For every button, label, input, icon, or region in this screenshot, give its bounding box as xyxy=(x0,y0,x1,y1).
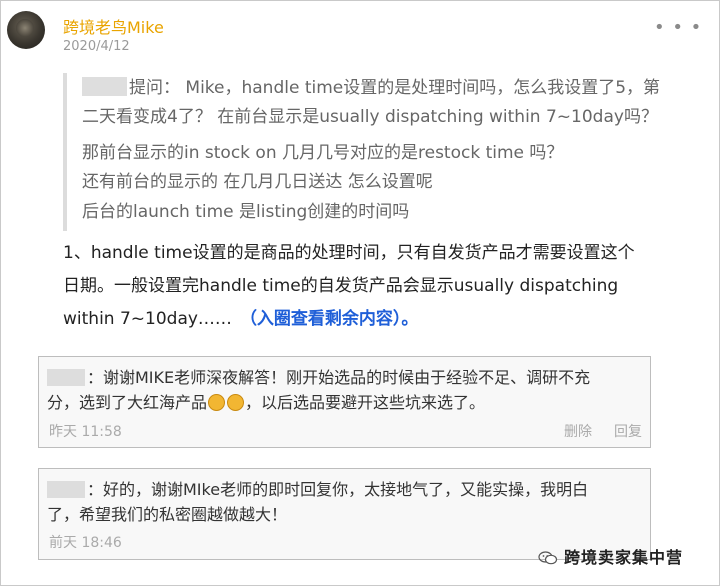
question-line: 还有前台的显示的 在几月几日送达 怎么设置呢 xyxy=(82,172,433,193)
comment-line: ：谢谢MIKE老师深夜解答！刚开始选品的时候由于经验不足、调研不充 xyxy=(87,368,591,387)
avatar[interactable] xyxy=(7,11,45,49)
question-line: 那前台显示的in stock on 几月几号对应的是restock time 吗… xyxy=(82,142,564,163)
blurred-username xyxy=(82,77,127,96)
question-line: 二天看变成4了？ 在前台显示是usually dispatching withi… xyxy=(82,107,658,128)
join-circle-link[interactable]: （入圈查看剩余内容）。 xyxy=(240,309,419,329)
answer-line: within 7~10day…… xyxy=(63,309,232,329)
post-date: 2020/4/12 xyxy=(63,39,130,54)
question-line: 后台的launch time 是listing创建的时间吗 xyxy=(82,201,410,222)
comment-time: 前天 18:46 xyxy=(49,535,122,551)
answer-line: 日期。一般设置完handle time的自发货产品会显示usually disp… xyxy=(63,276,619,296)
laughing-crying-emoji-icon xyxy=(227,394,245,411)
answer-text: 1、handle time设置的是商品的处理时间，只有自发货产品才需要设置这个 … xyxy=(63,237,673,336)
watermark: 跨境卖家集中营 xyxy=(538,544,683,568)
comment: ：谢谢MIKE老师深夜解答！刚开始选品的时候由于经验不足、调研不充 分，选到了大… xyxy=(38,356,651,448)
laughing-crying-emoji-icon xyxy=(208,394,226,411)
reply-button[interactable]: 回复 xyxy=(614,421,642,441)
delete-button[interactable]: 删除 xyxy=(564,421,592,441)
comment-line: 了，希望我们的私密圈越做越大！ xyxy=(47,505,288,524)
comment-text: ：好的，谢谢MIke老师的即时回复你，太接地气了，又能实操，我明白 了，希望我们… xyxy=(47,477,643,527)
comment-line: ：好的，谢谢MIke老师的即时回复你，太接地气了，又能实操，我明白 xyxy=(87,480,589,499)
post-card: 跨境老鸟Mike 2020/4/12 • • • 提问： Mike，handle… xyxy=(0,0,720,586)
watermark-text: 跨境卖家集中营 xyxy=(564,548,684,567)
comment-time: 昨天 11:58 xyxy=(49,424,122,440)
answer-line: 1、handle time设置的是商品的处理时间，只有自发货产品才需要设置这个 xyxy=(63,243,635,263)
author-name[interactable]: 跨境老鸟Mike xyxy=(63,14,164,38)
comment-line: ，以后选品要避开这些坑来选了。 xyxy=(245,393,486,412)
more-options-icon[interactable]: • • • xyxy=(654,17,702,38)
blurred-username xyxy=(47,481,85,498)
comment-line: 分，选到了大红海产品 xyxy=(47,393,208,412)
comment-text: ：谢谢MIKE老师深夜解答！刚开始选品的时候由于经验不足、调研不充 分，选到了大… xyxy=(47,365,643,415)
question-quote: 提问： Mike，handle time设置的是处理时间吗，怎么我设置了5，第 … xyxy=(63,73,663,231)
wechat-icon xyxy=(538,551,558,565)
blurred-username xyxy=(47,369,85,386)
question-line: 提问： Mike，handle time设置的是处理时间吗，怎么我设置了5，第 xyxy=(129,78,661,98)
